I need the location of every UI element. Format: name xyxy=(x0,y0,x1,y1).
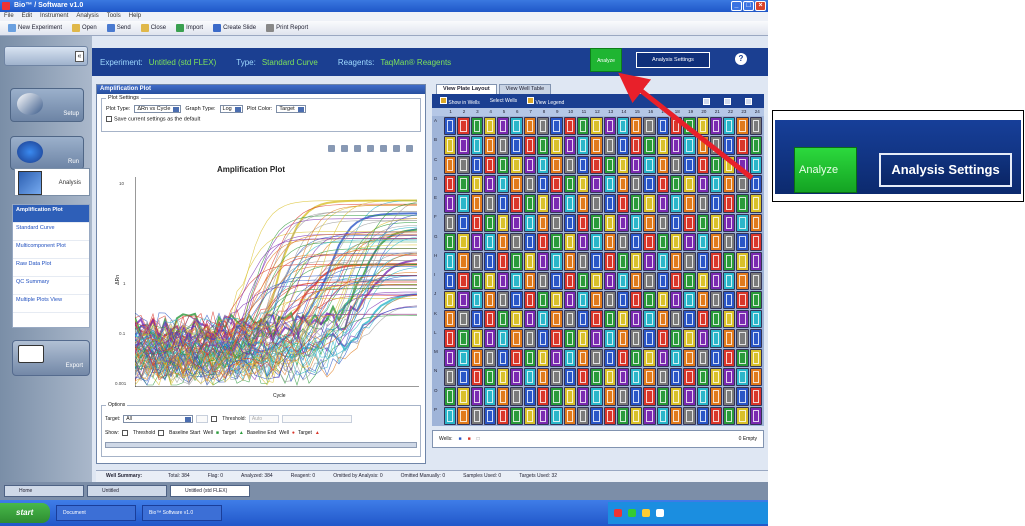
zoom-analysis-settings-button[interactable]: Analysis Settings xyxy=(879,153,1012,187)
zoom-analyze-button[interactable]: Analyze xyxy=(794,147,857,193)
zoom-callout: Analyze Analysis Settings xyxy=(772,110,1024,202)
callout-arrow xyxy=(618,72,754,180)
screenshot-stage: Bio™ / Software v1.0 _ □ × File Edit Ins… xyxy=(0,0,1025,526)
zoom-header: Analyze Analysis Settings xyxy=(775,120,1021,194)
